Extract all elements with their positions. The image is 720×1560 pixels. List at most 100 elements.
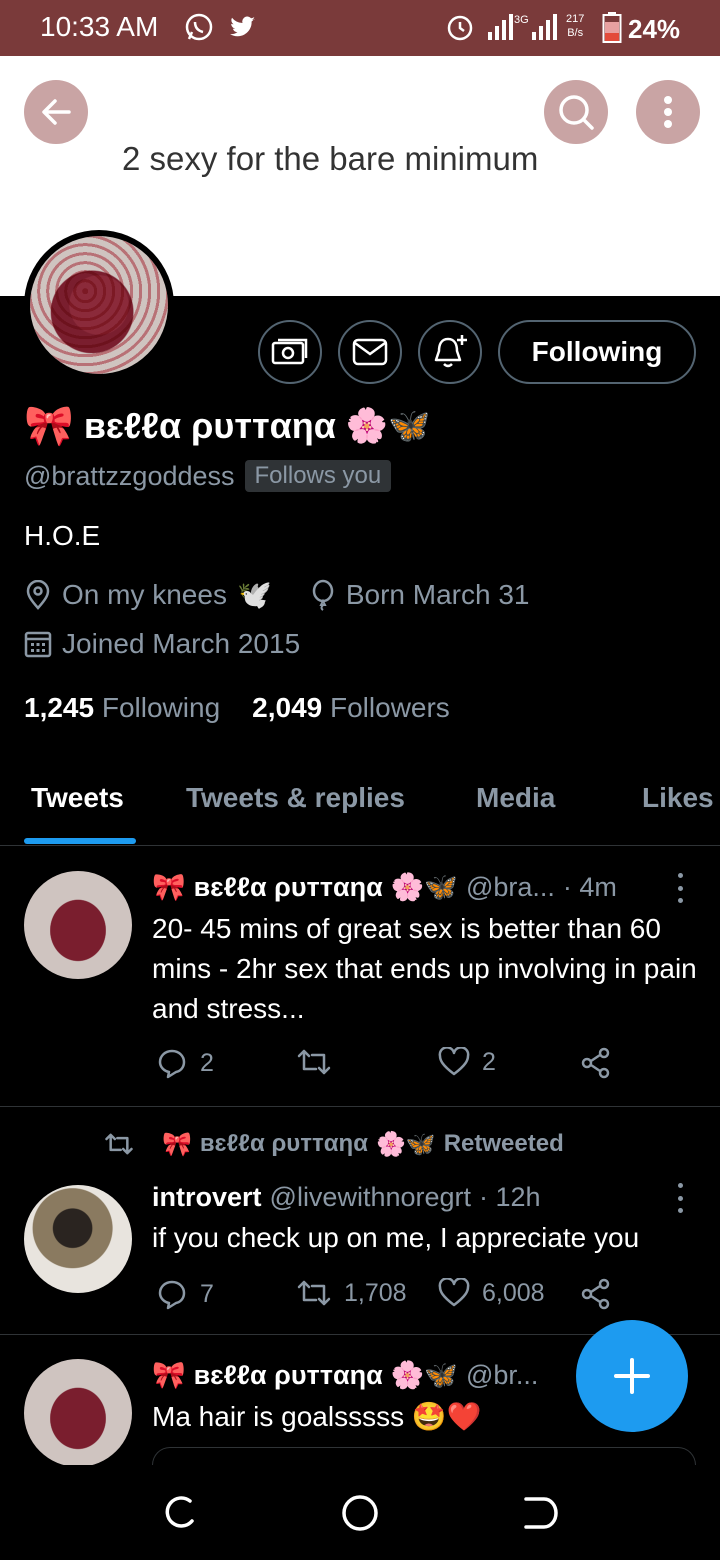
calendar-icon (24, 631, 52, 658)
tab-tweets[interactable]: Tweets (31, 782, 124, 814)
back-button[interactable] (24, 80, 88, 144)
blossom-butterfly-emoji: 🌸🦋 (345, 405, 431, 446)
display-name-text: ʙɛℓℓα ρυттαηα (83, 404, 336, 446)
tweet-more-button[interactable] (668, 1183, 692, 1213)
tweet-author-handle: @br... (465, 1359, 539, 1390)
profile-bio: H.O.E (24, 520, 101, 551)
tip-jar-button[interactable] (258, 320, 322, 384)
following-button[interactable]: Following (498, 320, 696, 384)
plus-icon (614, 1358, 650, 1394)
blossom-butterfly-emoji: 🌸🦋 (390, 1360, 458, 1391)
compose-tweet-button[interactable] (576, 1320, 688, 1432)
reply-button[interactable]: 7 (156, 1278, 214, 1310)
tweet-author-avatar[interactable] (24, 871, 132, 979)
follow-counts: 1,245 Following 2,049 Followers (24, 692, 450, 724)
tweet-author-handle: @livewithnoregrt (269, 1182, 472, 1212)
reply-count: 7 (200, 1279, 214, 1308)
search-icon (559, 95, 594, 130)
follows-you-badge: Follows you (244, 460, 392, 492)
retweet-icon (105, 1133, 133, 1155)
tweet-item[interactable]: 🎀 ʙɛℓℓα ρυттαηα 🌸🦋 @bra... · 4m 20- 45 m… (0, 847, 720, 1107)
avatar-image (30, 236, 168, 374)
tweet-time: · 12h (479, 1182, 541, 1212)
reply-icon (158, 1280, 186, 1310)
retweet-count: 1,708 (344, 1278, 407, 1307)
tweet-author-name: ʙɛℓℓα ρυттαηα (193, 871, 383, 902)
like-button[interactable]: 2 (438, 1047, 496, 1077)
following-count-link[interactable]: 1,245 Following (24, 692, 220, 724)
retweet-button[interactable] (296, 1047, 332, 1077)
envelope-icon (352, 338, 388, 366)
signal-icon-2 (532, 14, 557, 40)
like-count: 6,008 (482, 1278, 545, 1307)
bow-emoji: 🎀 (152, 1360, 186, 1391)
tab-likes[interactable]: Likes (642, 782, 714, 814)
profile-location: On my knees (62, 578, 227, 610)
recent-apps-icon[interactable] (160, 1493, 200, 1533)
profile-meta-row-2: Joined March 2015 (24, 628, 300, 660)
like-count: 2 (482, 1047, 496, 1076)
like-button[interactable]: 6,008 (438, 1278, 545, 1308)
alarm-icon (447, 15, 473, 41)
money-icon (271, 338, 308, 365)
dove-emoji: 🕊️ (236, 578, 272, 611)
reply-count: 2 (200, 1048, 214, 1077)
tweet-text: Ma hair is goalsssss (152, 1401, 405, 1432)
share-button[interactable] (580, 1278, 612, 1310)
balloon-icon (312, 579, 334, 611)
bow-emoji: 🎀 (152, 872, 186, 903)
profile-handle-row: @brattzzgoddess Follows you (24, 460, 392, 492)
tweet-header: 🎀 ʙɛℓℓα ρυттαηα 🌸🦋 @br... (152, 1359, 539, 1392)
notifications-button[interactable] (418, 320, 482, 384)
followers-count: 2,049 (252, 692, 323, 723)
tab-tweets-replies[interactable]: Tweets & replies (186, 782, 405, 814)
share-button[interactable] (580, 1047, 612, 1079)
heart-icon (438, 1047, 470, 1076)
profile-display-name: 🎀 ʙɛℓℓα ρυттαηα 🌸🦋 (24, 402, 431, 449)
search-button[interactable] (544, 80, 608, 144)
tab-media[interactable]: Media (476, 782, 555, 814)
status-bar: 10:33 AM 3G 217 B/s 24% (0, 0, 720, 56)
tweet-author-avatar[interactable] (24, 1185, 132, 1293)
retweeted-by-line: 🎀 ʙɛℓℓα ρυттαηα 🌸🦋 Retweeted (104, 1130, 564, 1158)
profile-meta-row-1: On my knees 🕊️ Born March 31 (24, 578, 529, 611)
profile-avatar[interactable] (24, 230, 174, 380)
blossom-butterfly-emoji: 🌸🦋 (390, 872, 458, 903)
battery-percent: 24% (628, 14, 681, 44)
tweet-author-avatar[interactable] (24, 1359, 132, 1467)
location-pin-icon (26, 579, 50, 610)
profile-tabs: Tweets Tweets & replies Media Likes (0, 770, 720, 846)
followers-count-link[interactable]: 2,049 Followers (252, 692, 450, 724)
share-icon (581, 1278, 610, 1310)
reply-button[interactable]: 2 (156, 1047, 214, 1079)
tweet-time: · 4m (562, 871, 617, 902)
message-button[interactable] (338, 320, 402, 384)
retweet-icon (297, 1280, 331, 1306)
reply-icon (158, 1049, 186, 1079)
tweet-author-handle: @bra... (465, 871, 555, 902)
following-count: 1,245 (24, 692, 95, 723)
blossom-butterfly-emoji: 🌸🦋 (375, 1130, 436, 1158)
network-speed-value: 217 (566, 13, 585, 25)
battery-icon (602, 12, 622, 43)
heart-icon (438, 1278, 470, 1307)
back-nav-icon[interactable] (520, 1493, 560, 1533)
network-type-label: 3G (514, 14, 529, 26)
arrow-left-icon (42, 99, 71, 125)
bell-plus-icon (434, 335, 467, 368)
active-tab-indicator (24, 838, 136, 844)
profile-handle: @brattzzgoddess (24, 460, 235, 491)
banner-title: 2 sexy for the bare minimum (122, 140, 539, 177)
bow-emoji: 🎀 (24, 403, 74, 449)
more-vertical-icon (664, 96, 672, 128)
retweet-button[interactable]: 1,708 (296, 1278, 407, 1308)
tweet-more-button[interactable] (668, 873, 692, 903)
tweet-header: introvert @livewithnoregrt · 12h (152, 1182, 541, 1213)
home-icon[interactable] (340, 1493, 380, 1533)
system-navigation-bar (0, 1465, 720, 1560)
status-time: 10:33 AM (40, 11, 159, 42)
followers-label: Followers (330, 692, 450, 723)
following-label: Following (101, 692, 221, 723)
more-options-button[interactable] (636, 80, 700, 144)
bow-emoji: 🎀 (162, 1130, 192, 1158)
